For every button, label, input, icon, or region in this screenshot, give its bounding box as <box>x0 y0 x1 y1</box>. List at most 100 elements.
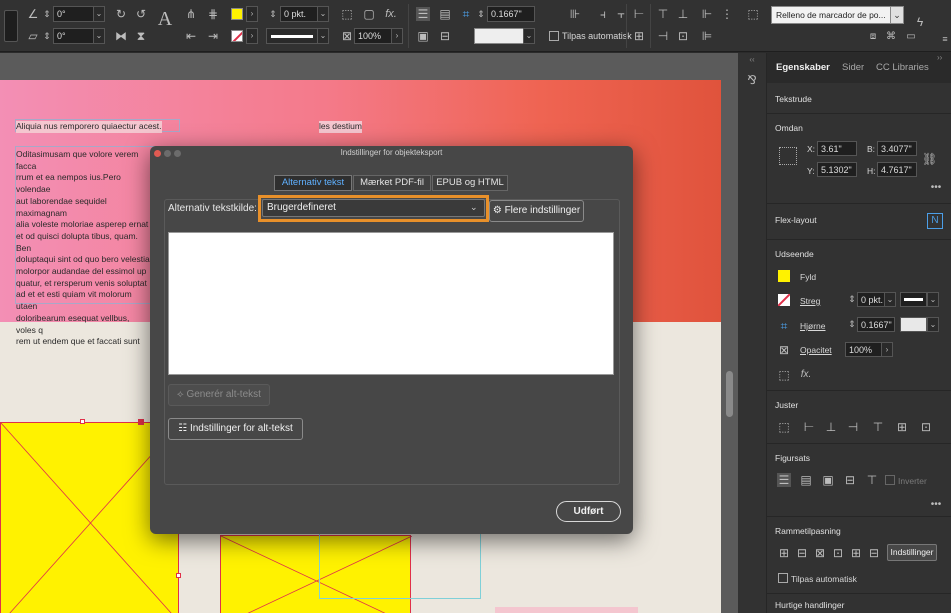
corner-shape-select[interactable] <box>474 28 524 44</box>
flip-vertical-icon[interactable]: ⧗ <box>134 29 148 43</box>
wrap-bounding-icon[interactable]: ▤ <box>799 473 813 487</box>
lightning-icon[interactable]: ϟ <box>913 15 927 29</box>
wrap-none-icon[interactable]: ☰ <box>416 7 430 21</box>
tab-properties[interactable]: Egenskaber <box>776 62 830 73</box>
panel-menu-icon[interactable]: ≡ <box>938 32 951 46</box>
stroke-color-swatch[interactable] <box>778 294 790 306</box>
fill-swatch[interactable] <box>231 8 243 20</box>
align-bottom-icon[interactable]: ⊡ <box>919 420 933 434</box>
align-bottom-icon[interactable]: ⊡ <box>676 29 690 43</box>
tab-pages[interactable]: Sider <box>842 62 864 73</box>
wrap-shape-icon[interactable]: ▣ <box>821 473 835 487</box>
clear-overrides-icon[interactable]: ⧈ <box>866 30 880 44</box>
corner-size-field[interactable]: 0.1667" <box>857 317 895 332</box>
stroke-none-swatch[interactable] <box>231 30 243 42</box>
fill-color-swatch[interactable] <box>778 270 790 282</box>
style-menu-icon[interactable]: ▭ <box>904 30 918 44</box>
fill-dropdown[interactable]: › <box>246 6 258 22</box>
frame-fitting-settings-button[interactable]: Indstillinger <box>887 544 937 561</box>
stroke-type-dropdown[interactable]: ⌄ <box>927 292 939 307</box>
x-field[interactable]: 3.61" <box>817 141 857 156</box>
stroke-dropdown[interactable]: › <box>246 28 258 44</box>
wrap-jump-icon[interactable]: ⊟ <box>843 473 857 487</box>
selection-handle[interactable] <box>80 419 85 424</box>
align-hcenter-icon[interactable]: ⊥ <box>824 420 838 434</box>
align-left-icon[interactable]: ⊢ <box>802 420 816 434</box>
stroke-label[interactable]: Streg <box>800 296 820 306</box>
opacity-dropdown[interactable]: › <box>881 342 893 357</box>
opacity-dropdown[interactable]: › <box>391 28 403 44</box>
text-icon[interactable]: A <box>156 9 174 29</box>
shear-field[interactable]: 0° <box>53 28 95 44</box>
wrap-jump-icon[interactable]: ⊟ <box>438 29 452 43</box>
alt-text-textarea[interactable] <box>168 232 614 375</box>
wrap-next-column-icon[interactable]: ⊤ <box>865 473 879 487</box>
select-previous-icon[interactable]: ⇤ <box>184 29 198 43</box>
opacity-field[interactable]: 100% <box>354 28 392 44</box>
select-container-icon[interactable]: ⋔ <box>184 7 198 21</box>
select-frame-icon[interactable]: ⬚ <box>746 7 760 21</box>
collapse-panel-icon[interactable]: ›› <box>937 53 942 62</box>
proxy-reference-icon[interactable] <box>4 10 18 42</box>
w-field[interactable]: 3.4077" <box>877 141 917 156</box>
frame-icon[interactable]: ⬚ <box>340 7 354 21</box>
stroke-type-select[interactable] <box>266 28 318 44</box>
tab-epub-html[interactable]: EPUB og HTML <box>432 175 508 191</box>
autofit-checkbox[interactable] <box>778 573 788 583</box>
stroke-type-select[interactable] <box>900 292 927 307</box>
more-options-icon[interactable]: ••• <box>929 181 943 195</box>
fit-proportional-icon[interactable]: ⊠ <box>813 546 827 560</box>
opacity-label[interactable]: Opacitet <box>800 345 832 355</box>
align-hleft-icon[interactable]: ⫞ <box>596 7 610 21</box>
object-style-select[interactable]: Relleno de marcador de po... <box>771 6 891 24</box>
stepper-icon[interactable]: ⇕ <box>40 7 54 21</box>
effects-icon[interactable]: fx. <box>799 368 813 382</box>
tab-tagged-pdf[interactable]: Mærket PDF-fil <box>353 175 431 191</box>
corner-shape-dropdown[interactable]: ⌄ <box>523 28 535 44</box>
distribute-h-icon[interactable]: ⊪ <box>568 7 582 21</box>
stepper-icon[interactable]: ⇕ <box>40 29 54 43</box>
rotate-cw-icon[interactable]: ↻ <box>114 7 128 21</box>
align-to-icon[interactable]: ⬚ <box>777 420 791 434</box>
reference-point-icon[interactable] <box>779 147 797 165</box>
shear-dropdown[interactable]: ⌄ <box>93 28 105 44</box>
stepper-icon[interactable]: ⇕ <box>474 7 488 21</box>
apply-style-icon[interactable]: ⌘ <box>884 30 898 44</box>
more-settings-button[interactable]: ⚙ Flere indstillinger <box>489 200 584 222</box>
pink-frame-bottom[interactable] <box>495 607 638 613</box>
corner-icon[interactable]: ⌗ <box>777 319 791 333</box>
stepper-icon[interactable]: ⇕ <box>266 7 280 21</box>
effects-icon[interactable]: fx. <box>384 7 398 21</box>
corner-shape-dropdown[interactable]: ⌄ <box>927 317 939 332</box>
fit-frame-icon[interactable]: ⊟ <box>795 546 809 560</box>
selection-handle[interactable] <box>176 573 181 578</box>
wrap-bounding-icon[interactable]: ▤ <box>438 7 452 21</box>
wrap-none-icon[interactable]: ☰ <box>777 473 791 487</box>
y-field[interactable]: 5.1302" <box>817 162 857 177</box>
drop-shadow-icon[interactable]: ▢ <box>362 7 376 21</box>
fill-proportional-icon[interactable]: ⊡ <box>831 546 845 560</box>
done-button[interactable]: Udført <box>556 501 621 522</box>
align-left-icon[interactable]: ⊢ <box>632 7 646 21</box>
constrain-proportions-icon[interactable]: ⛓ <box>922 152 937 166</box>
select-next-icon[interactable]: ⇥ <box>206 29 220 43</box>
flip-horizontal-icon[interactable]: ⧓ <box>114 29 128 43</box>
object-style-dropdown[interactable]: ⌄ <box>890 6 904 24</box>
select-content-icon[interactable]: ⋕ <box>206 7 220 21</box>
tab-cc-libraries[interactable]: CC Libraries <box>876 62 929 73</box>
rotate-ccw-icon[interactable]: ↺ <box>134 7 148 21</box>
corner-shape-select[interactable] <box>900 317 927 332</box>
more-options-icon[interactable]: ••• <box>929 498 943 512</box>
align-top-icon[interactable]: ⊤ <box>656 7 670 21</box>
align-right-icon[interactable]: ⊩ <box>700 7 714 21</box>
collapse-icon[interactable]: ‹‹ <box>745 53 759 67</box>
corner-size-field[interactable]: 0.1667" <box>487 6 535 22</box>
rotation-dropdown[interactable]: ⌄ <box>93 6 105 22</box>
align-vcenter-icon[interactable]: ⊞ <box>895 420 909 434</box>
stroke-weight-dropdown[interactable]: ⌄ <box>884 292 896 307</box>
cyan-frame[interactable] <box>319 529 481 599</box>
distribute-icon[interactable]: ⊞ <box>632 29 646 43</box>
align-top-icon[interactable]: ⊤ <box>871 420 885 434</box>
stroke-weight-field[interactable]: 0 pkt. <box>280 6 320 22</box>
vertical-scrollbar[interactable] <box>726 371 733 417</box>
